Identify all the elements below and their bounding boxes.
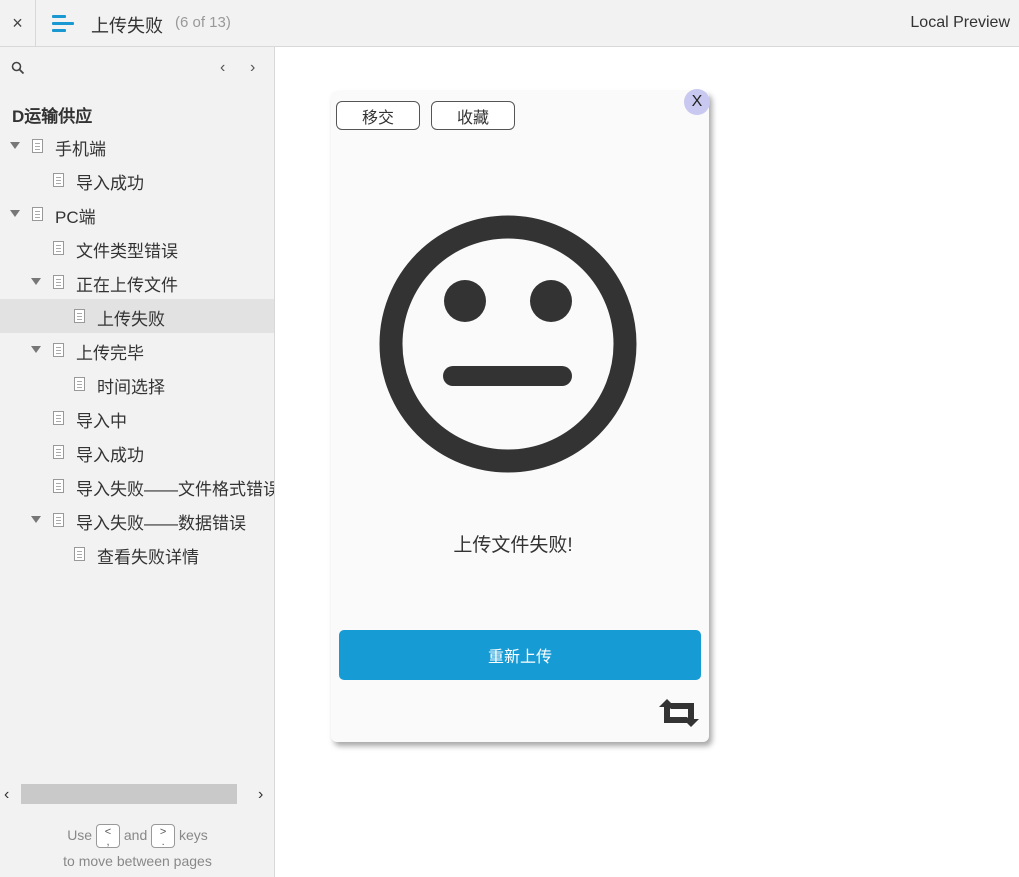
- sidebar-tree-item[interactable]: 导入中: [0, 401, 274, 435]
- horizontal-scrollbar[interactable]: [21, 784, 237, 804]
- tree-item-label: 导入失败——文件格式错误: [76, 480, 275, 499]
- close-preview-button[interactable]: ×: [0, 0, 36, 46]
- page-icon: [74, 377, 85, 391]
- sidebar: ‹ › D运输供应 手机端导入成功 PC端文件类型错误 正在上传文件上传失败上传完毕…: [0, 47, 275, 877]
- hint-line2: to move between pages: [63, 853, 212, 870]
- page-tree: 手机端 导入成功 PC端 文件类型错误 正在上传文件 上传失败 上传完毕 时间选择 导入中 导入成…: [0, 129, 275, 571]
- top-bar: × 上传失败 (6 of 13) Local Preview: [0, 0, 1019, 47]
- retry-upload-button[interactable]: 重新上传: [339, 630, 701, 680]
- page-count: (6 of 13): [175, 14, 231, 31]
- sidebar-tree-item[interactable]: 导入失败——数据错误: [0, 503, 274, 537]
- sidebar-tree-item[interactable]: 手机端: [0, 129, 274, 163]
- next-page-button[interactable]: ›: [250, 59, 264, 77]
- page-icon: [53, 445, 64, 459]
- sidebar-tree-item[interactable]: PC端: [0, 197, 274, 231]
- hint-keys: keys: [179, 827, 208, 843]
- tree-item-label: 导入中: [76, 412, 127, 431]
- caret-down-icon[interactable]: [10, 210, 20, 217]
- tree-item-label: 导入成功: [76, 174, 144, 193]
- failure-message: 上传文件失败!: [453, 535, 573, 556]
- prev-key-badge: < ,: [95, 824, 120, 849]
- project-title: D运输供应: [12, 107, 93, 126]
- tree-item-label: 查看失败详情: [97, 548, 199, 567]
- caret-down-icon[interactable]: [10, 142, 20, 149]
- favorite-button[interactable]: 收藏: [431, 101, 515, 130]
- sidebar-tree-item[interactable]: 文件类型错误: [0, 231, 274, 265]
- page-icon: [74, 309, 85, 323]
- caret-down-icon[interactable]: [31, 346, 41, 353]
- search-icon[interactable]: [11, 61, 25, 75]
- tree-item-label: 上传完毕: [76, 344, 144, 363]
- upload-failed-dialog: 移交 收藏 X 上传文件失败! 重新上传: [331, 89, 710, 742]
- tree-item-label: 文件类型错误: [76, 242, 178, 261]
- sidebar-tree-item[interactable]: 导入成功: [0, 163, 274, 197]
- tree-item-label: 导入成功: [76, 446, 144, 465]
- dialog-close-button[interactable]: X: [684, 89, 710, 115]
- tree-item-label: 正在上传文件: [76, 276, 178, 295]
- tree-item-label: 手机端: [55, 140, 106, 159]
- page-icon: [53, 275, 64, 289]
- caret-down-icon[interactable]: [31, 516, 41, 523]
- sidebar-tree-item[interactable]: 正在上传文件: [0, 265, 274, 299]
- sidebar-tree-item[interactable]: 查看失败详情: [0, 537, 274, 571]
- hint-and: and: [123, 827, 148, 843]
- sidebar-tree-item[interactable]: 时间选择: [0, 367, 274, 401]
- scroll-right-button[interactable]: ›: [258, 786, 263, 804]
- menu-icon[interactable]: [52, 13, 74, 33]
- hint-use: Use: [67, 827, 93, 843]
- keyboard-hint: Use < , and > . keys to move between pag…: [0, 822, 274, 874]
- page-icon: [32, 207, 43, 221]
- page-icon: [53, 241, 64, 255]
- page-icon: [53, 173, 64, 187]
- sidebar-tree-item[interactable]: 上传完毕: [0, 333, 274, 367]
- sidebar-tree-item[interactable]: 上传失败: [0, 299, 274, 333]
- page-icon: [53, 513, 64, 527]
- transfer-button[interactable]: 移交: [336, 101, 420, 130]
- page-icon: [53, 479, 64, 493]
- tree-item-label: PC端: [55, 208, 96, 227]
- tree-item-label: 上传失败: [97, 310, 165, 329]
- caret-down-icon[interactable]: [31, 278, 41, 285]
- page-icon: [53, 411, 64, 425]
- sidebar-tree-item[interactable]: 导入成功: [0, 435, 274, 469]
- sidebar-tree-item[interactable]: 导入失败——文件格式错误: [0, 469, 275, 503]
- prev-key-label: < ,: [104, 826, 112, 849]
- page-title: 上传失败: [91, 16, 163, 36]
- neutral-face-icon: [379, 215, 637, 473]
- next-key-label: > .: [159, 826, 167, 849]
- local-preview-label[interactable]: Local Preview: [910, 14, 1010, 32]
- page-icon: [32, 139, 43, 153]
- tree-item-label: 时间选择: [97, 378, 165, 397]
- tree-item-label: 导入失败——数据错误: [76, 514, 246, 533]
- page-icon: [53, 343, 64, 357]
- retweet-icon[interactable]: [657, 697, 701, 729]
- page-icon: [74, 547, 85, 561]
- scroll-left-button[interactable]: ‹: [4, 786, 9, 804]
- next-key-badge: > .: [151, 824, 176, 849]
- prev-page-button[interactable]: ‹: [220, 59, 234, 77]
